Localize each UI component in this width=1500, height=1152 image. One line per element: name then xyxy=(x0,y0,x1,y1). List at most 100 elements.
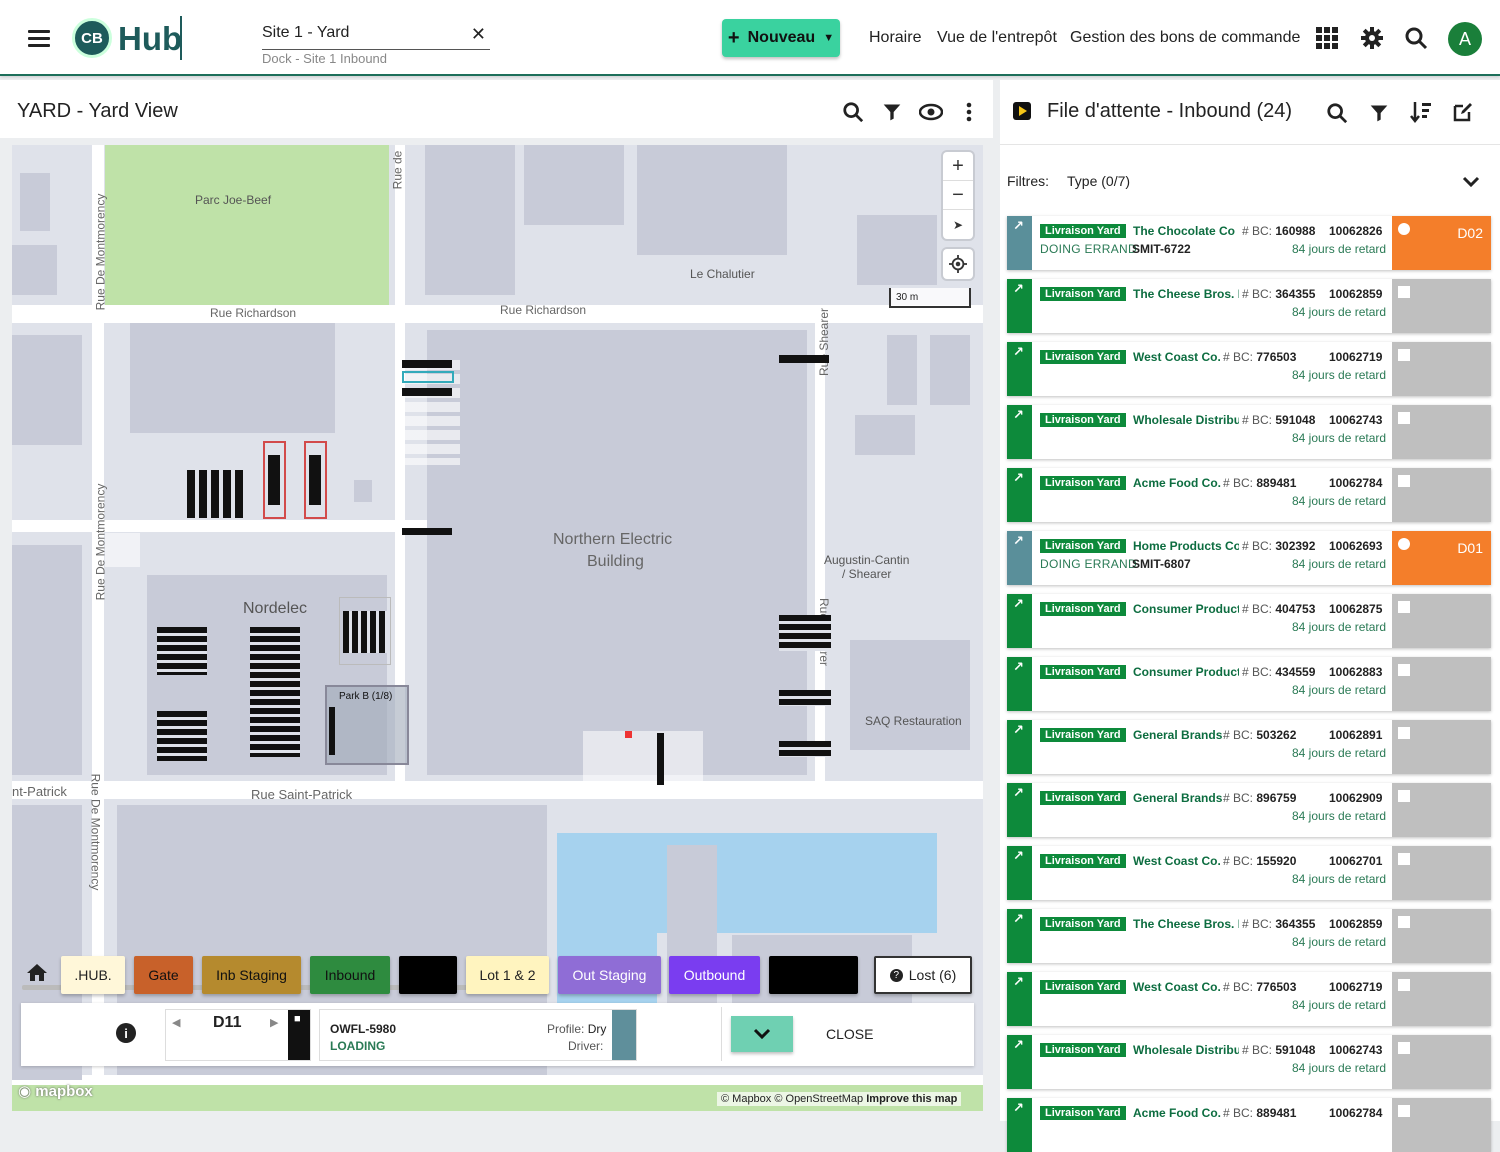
compass-icon[interactable]: ➤ xyxy=(943,210,973,239)
select-checkbox[interactable] xyxy=(1398,475,1410,487)
queue-item[interactable]: ↗ Livraison Yard The Chocolate Co # BC: 160… xyxy=(1007,216,1491,270)
apps-grid-icon[interactable] xyxy=(1315,26,1339,50)
select-checkbox[interactable] xyxy=(1398,727,1410,739)
queue-item[interactable]: ↗ Livraison Yard General Brands # BC: 50326… xyxy=(1007,720,1491,774)
select-checkbox[interactable] xyxy=(1398,286,1410,298)
trailer-card[interactable]: OWFL-5980 LOADING Profile: Dry Driver: xyxy=(319,1009,637,1061)
select-checkbox[interactable] xyxy=(1398,853,1410,865)
select-checkbox[interactable] xyxy=(1398,538,1410,550)
dock-assignment[interactable] xyxy=(1392,342,1491,396)
zone-inb-staging[interactable]: Inb Staging xyxy=(202,956,301,994)
select-checkbox[interactable] xyxy=(1398,601,1410,613)
dock-assignment[interactable] xyxy=(1392,720,1491,774)
arrow-up-right-icon[interactable]: ↗ xyxy=(1013,912,1025,925)
eye-icon[interactable] xyxy=(919,102,943,122)
select-checkbox[interactable] xyxy=(1398,1042,1410,1054)
select-checkbox[interactable] xyxy=(1398,664,1410,676)
zone-inbound[interactable]: Inbound xyxy=(310,956,390,994)
arrow-up-right-icon[interactable]: ↗ xyxy=(1013,408,1025,421)
search-icon[interactable] xyxy=(1326,102,1348,124)
queue-item[interactable]: ↗ Livraison Yard Consumer Products # BC: 43… xyxy=(1007,657,1491,711)
select-checkbox[interactable] xyxy=(1398,916,1410,928)
dock-assignment[interactable] xyxy=(1392,783,1491,837)
zone-outbound[interactable]: Outbound xyxy=(669,956,760,994)
edit-icon[interactable] xyxy=(1452,101,1474,123)
more-vertical-icon[interactable] xyxy=(964,101,974,123)
queue-item[interactable]: ↗ Livraison Yard General Brands # BC: 89675… xyxy=(1007,783,1491,837)
mapbox-logo[interactable]: ◉ mapbox xyxy=(18,1082,93,1100)
expand-button[interactable] xyxy=(731,1016,793,1052)
arrow-up-right-icon[interactable]: ↗ xyxy=(1013,786,1025,799)
dock-assignment[interactable] xyxy=(1392,405,1491,459)
avatar[interactable]: A xyxy=(1448,22,1482,56)
dock-assignment[interactable]: D02 xyxy=(1392,216,1491,270)
filter-type[interactable]: Type (0/7) xyxy=(1067,173,1130,189)
zone-gate[interactable]: Gate xyxy=(134,956,193,994)
select-checkbox[interactable] xyxy=(1398,1105,1410,1117)
sort-icon[interactable] xyxy=(1410,100,1432,124)
dock-assignment[interactable] xyxy=(1392,468,1491,522)
queue-item[interactable]: ↗ Livraison Yard Consumer Products # BC: 40… xyxy=(1007,594,1491,648)
arrow-up-right-icon[interactable]: ↗ xyxy=(1013,1101,1025,1114)
arrow-up-right-icon[interactable]: ↗ xyxy=(1013,975,1025,988)
queue-item[interactable]: ↗ Livraison Yard The Cheese Bros. Inc# BC:… xyxy=(1007,279,1491,333)
arrow-up-right-icon[interactable]: ↗ xyxy=(1013,597,1025,610)
geolocate-icon[interactable] xyxy=(943,249,973,279)
dock-assignment[interactable] xyxy=(1392,909,1491,963)
clear-icon[interactable]: ✕ xyxy=(471,24,486,45)
chevron-down-icon[interactable] xyxy=(1462,176,1480,188)
nav-warehouse-view[interactable]: Vue de l'entrepôt xyxy=(937,29,1057,47)
zone-out-staging[interactable]: Out Staging xyxy=(558,956,661,994)
filter-icon[interactable] xyxy=(1369,103,1389,123)
dock-assignment[interactable] xyxy=(1392,279,1491,333)
prev-dock-icon[interactable]: ◀ xyxy=(172,1016,180,1029)
select-checkbox[interactable] xyxy=(1398,979,1410,991)
dock-assignment[interactable]: D01 xyxy=(1392,531,1491,585)
close-button[interactable]: CLOSE xyxy=(826,1026,873,1042)
map-attribution[interactable]: © Mapbox © OpenStreetMap Improve this ma… xyxy=(717,1092,962,1106)
search-icon[interactable] xyxy=(842,101,864,123)
dock-assignment[interactable] xyxy=(1392,594,1491,648)
gear-icon[interactable] xyxy=(1360,26,1384,50)
select-checkbox[interactable] xyxy=(1398,349,1410,361)
lost-button[interactable]: ? Lost (6) xyxy=(874,956,972,994)
arrow-up-right-icon[interactable]: ↗ xyxy=(1013,849,1025,862)
home-icon[interactable] xyxy=(26,962,48,982)
select-checkbox[interactable] xyxy=(1398,790,1410,802)
queue-item[interactable]: ↗ Livraison Yard Home Products Co # BC: 302… xyxy=(1007,531,1491,585)
queue-item[interactable]: ↗ Livraison Yard Wholesale Distributors# B… xyxy=(1007,1035,1491,1089)
zone-lot[interactable]: Lot 1 & 2 xyxy=(466,956,549,994)
queue-item[interactable]: ↗ Livraison Yard Acme Food Co. # BC: 889481… xyxy=(1007,1098,1491,1152)
dock-assignment[interactable] xyxy=(1392,1035,1491,1089)
next-dock-icon[interactable]: ▶ xyxy=(270,1016,278,1029)
arrow-up-right-icon[interactable]: ↗ xyxy=(1013,660,1025,673)
arrow-up-right-icon[interactable]: ↗ xyxy=(1013,1038,1025,1051)
dock-assignment[interactable] xyxy=(1392,846,1491,900)
new-button[interactable]: + Nouveau ▼ xyxy=(722,19,840,57)
arrow-up-right-icon[interactable]: ↗ xyxy=(1013,534,1025,547)
zone-unnamed[interactable] xyxy=(769,956,858,994)
select-checkbox[interactable] xyxy=(1398,412,1410,424)
queue-item[interactable]: ↗ Livraison Yard West Coast Co. # BC: 77650… xyxy=(1007,972,1491,1026)
zone-unnamed[interactable] xyxy=(399,956,457,994)
zone-hub[interactable]: .HUB. xyxy=(61,956,125,994)
zoom-in-icon[interactable]: + xyxy=(943,152,973,181)
arrow-up-right-icon[interactable]: ↗ xyxy=(1013,723,1025,736)
nav-schedule[interactable]: Horaire xyxy=(869,29,921,47)
dock-assignment[interactable] xyxy=(1392,657,1491,711)
dock-assignment[interactable] xyxy=(1392,972,1491,1026)
site-selector[interactable]: Site 1 - Yard ✕ xyxy=(262,24,490,50)
filter-icon[interactable] xyxy=(882,102,902,122)
queue-item[interactable]: ↗ Livraison Yard Wholesale Distributors# B… xyxy=(1007,405,1491,459)
info-icon[interactable]: i xyxy=(116,1023,136,1043)
nav-purchase-orders[interactable]: Gestion des bons de commande xyxy=(1070,29,1300,47)
arrow-up-right-icon[interactable]: ↗ xyxy=(1013,282,1025,295)
arrow-up-right-icon[interactable]: ↗ xyxy=(1013,219,1025,232)
queue-item[interactable]: ↗ Livraison Yard Acme Food Co. # BC: 889481… xyxy=(1007,468,1491,522)
lock-icon[interactable]: ■ xyxy=(294,1013,301,1025)
dock-assignment[interactable] xyxy=(1392,1098,1491,1152)
queue-item[interactable]: ↗ Livraison Yard West Coast Co. # BC: 15592… xyxy=(1007,846,1491,900)
queue-item[interactable]: ↗ Livraison Yard West Coast Co. # BC: 77650… xyxy=(1007,342,1491,396)
queue-item[interactable]: ↗ Livraison Yard The Cheese Bros. Inc# BC:… xyxy=(1007,909,1491,963)
zoom-control[interactable]: + − ➤ xyxy=(943,152,973,239)
